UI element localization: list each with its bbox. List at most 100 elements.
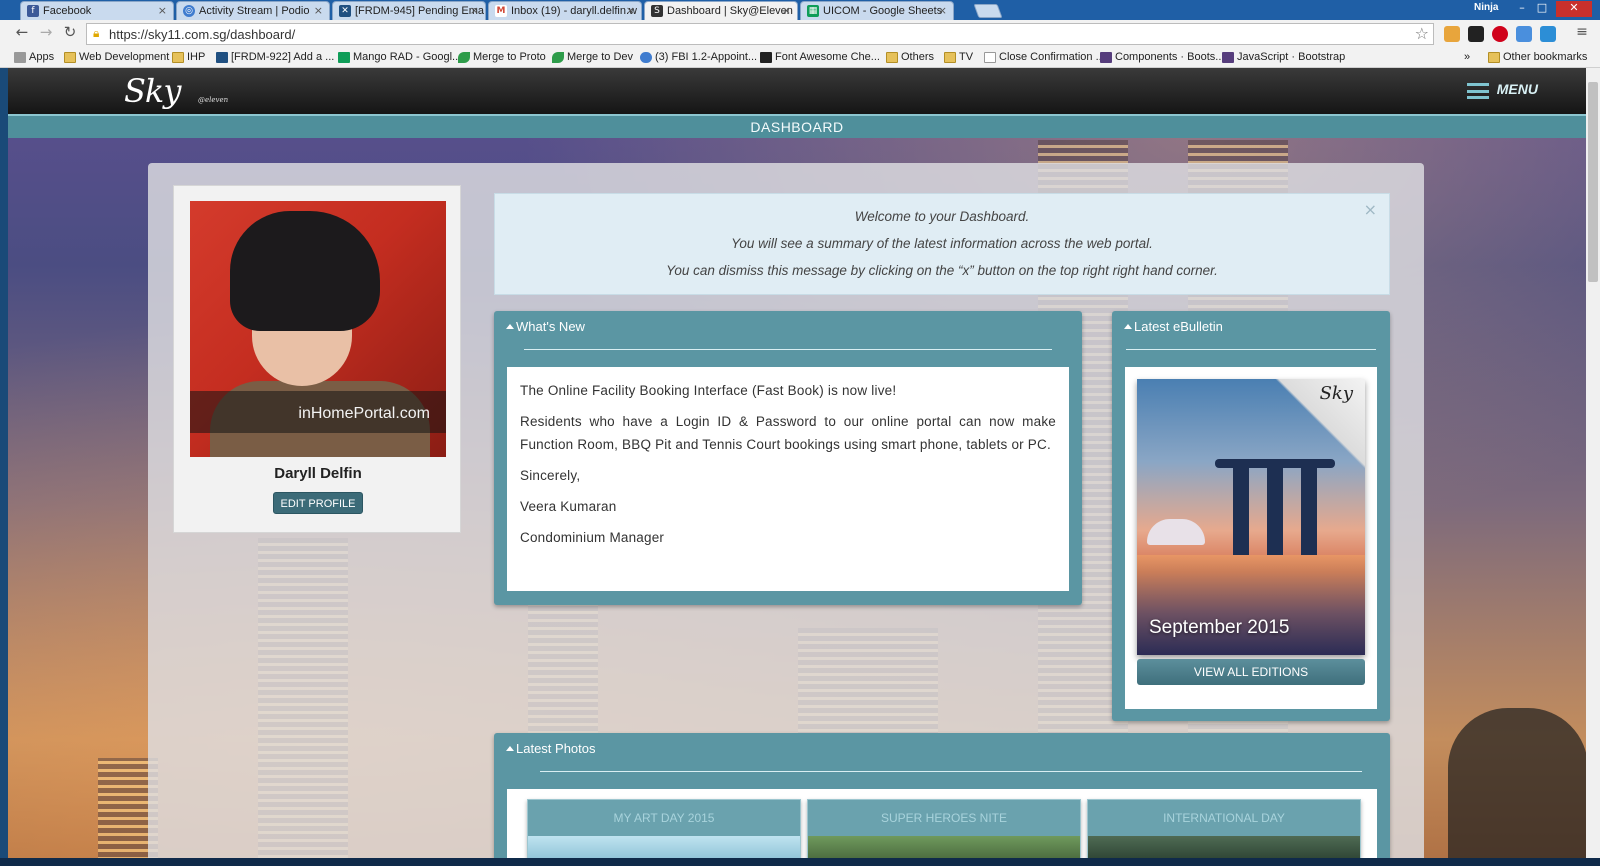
album-thumbnail (808, 836, 1080, 858)
bookmark-tv[interactable]: TV (944, 51, 973, 63)
podio-icon (640, 52, 652, 63)
reload-icon[interactable]: ↻ (60, 23, 80, 43)
bookmarks-bar: Apps Web Development IHP [FRDM-922] Add … (0, 48, 1600, 68)
latest-photos-toggle[interactable]: Latest Photos (506, 741, 596, 756)
ebulletin-toggle[interactable]: Latest eBulletin (1124, 319, 1223, 334)
tab-facebook[interactable]: f Facebook × (20, 1, 174, 20)
view-all-editions-button[interactable]: VIEW ALL EDITIONS (1137, 659, 1365, 685)
site-logo-sub: @eleven (198, 96, 229, 104)
avatar: inHomePortal.com (190, 201, 446, 457)
minimize-icon[interactable]: – (1512, 1, 1532, 17)
tab-close-icon[interactable]: × (626, 4, 635, 17)
bookmark-label: Others (901, 51, 935, 63)
translate-icon[interactable] (1516, 26, 1532, 42)
chrome-menu-icon[interactable]: ≡ (1572, 24, 1592, 44)
bookmark-label: [FRDM-922] Add a ... (231, 51, 335, 63)
browser-tab-bar: f Facebook × ◎ Activity Stream | Podio ×… (0, 0, 1600, 20)
bookmark-label: Merge to Dev (567, 51, 634, 63)
welcome-line: Welcome to your Dashboard. (854, 209, 1030, 224)
bookmark-label: Mango RAD - Googl... (353, 51, 462, 63)
tab-label: Inbox (19) - daryll.delfin.w (511, 5, 637, 17)
photo-album[interactable]: INTERNATIONAL DAY (1087, 799, 1361, 858)
whats-new-toggle[interactable]: What's New (506, 319, 585, 334)
news-paragraph: Condominium Manager (520, 530, 665, 545)
browser-profile-name[interactable]: Ninja (1474, 2, 1498, 13)
bookmark-close-confirmation[interactable]: Close Confirmation ... (984, 51, 1105, 63)
bookmark-star-icon[interactable]: ☆ (1415, 24, 1429, 43)
close-icon[interactable]: × (1364, 200, 1377, 219)
bookmark-others[interactable]: Others (886, 51, 934, 63)
sheets-icon (338, 52, 350, 63)
bookmark-web-development[interactable]: Web Development (64, 51, 169, 63)
ebulletin-cover[interactable]: Sky September 2015 (1137, 379, 1365, 655)
tree-silhouette (1448, 708, 1586, 858)
tower-shape (1267, 465, 1283, 555)
adblock-icon[interactable] (1492, 26, 1508, 42)
extension-icon[interactable] (1444, 26, 1460, 42)
maximize-icon[interactable]: □ (1532, 1, 1552, 17)
tower-shape (1233, 465, 1249, 555)
photo-album[interactable]: SUPER HEROES NITE (807, 799, 1081, 858)
album-title: MY ART DAY 2015 (613, 811, 715, 825)
folder-icon (1488, 52, 1500, 63)
ebulletin-title: Latest eBulletin (1134, 319, 1223, 334)
ebulletin-body: Sky September 2015 VIEW ALL EDITIONS (1125, 367, 1377, 709)
whats-new-body: The Online Facility Booking Interface (F… (507, 367, 1069, 591)
scrollbar-thumb[interactable] (1588, 82, 1598, 282)
divider (524, 349, 1052, 350)
bookmarks-overflow-chevron[interactable]: » (1464, 51, 1470, 63)
avatar-hair (230, 211, 380, 331)
bookmark-apps[interactable]: Apps (14, 51, 54, 63)
site-logo[interactable]: Sky (124, 72, 181, 110)
bookmark-frdm-922[interactable]: [FRDM-922] Add a ... (216, 51, 334, 63)
bookmark-label: Components · Boots... (1115, 51, 1225, 63)
extension-icon[interactable] (1540, 26, 1556, 42)
bookmark-merge-to-dev[interactable]: Merge to Dev (552, 51, 633, 63)
bookmark-font-awesome[interactable]: Font Awesome Che... (760, 51, 880, 63)
tab-dashboard[interactable]: S Dashboard | Sky@Eleven × (644, 1, 798, 20)
tab-gmail[interactable]: M Inbox (19) - daryll.delfin.w × (488, 1, 642, 20)
tab-close-icon[interactable]: × (938, 4, 947, 17)
news-paragraph: Sincerely, (520, 468, 581, 483)
photo-album[interactable]: MY ART DAY 2015 (527, 799, 801, 858)
tower-shape (1301, 465, 1317, 555)
bookmark-ihp[interactable]: IHP (172, 51, 205, 63)
bookmark-label: JavaScript · Bootstrap (1237, 51, 1346, 63)
bookmark-components-bootstrap[interactable]: Components · Boots... (1100, 51, 1224, 63)
jira-icon: ✕ (339, 5, 351, 17)
back-arrow-icon[interactable]: ← (12, 23, 32, 43)
podio-icon: ◎ (183, 5, 195, 17)
menu-label: MENU (1496, 81, 1538, 97)
bookmark-merge-to-proto[interactable]: Merge to Proto (458, 51, 546, 63)
tab-close-icon[interactable]: × (782, 4, 791, 17)
edit-profile-button[interactable]: EDIT PROFILE (273, 492, 363, 514)
bookmark-label: IHP (187, 51, 206, 63)
hamburger-icon (1466, 83, 1489, 99)
whats-new-panel: What's New The Online Facility Booking I… (494, 311, 1082, 605)
url-input[interactable]: 🔒︎ https://sky11.com.sg/dashboard/ ☆ (86, 23, 1434, 45)
menu-button[interactable]: MENU (1466, 81, 1538, 103)
cover-logo: Sky (1319, 383, 1353, 404)
new-tab-button[interactable] (973, 4, 1003, 18)
tab-podio[interactable]: ◎ Activity Stream | Podio × (176, 1, 330, 20)
tab-close-icon[interactable]: × (470, 4, 479, 17)
scrollbar-track[interactable] (1586, 68, 1600, 858)
bookmark-mango-rad[interactable]: Mango RAD - Googl... (338, 51, 461, 63)
forward-arrow-icon[interactable]: → (36, 23, 56, 43)
bookmark-javascript-bootstrap[interactable]: JavaScript · Bootstrap (1222, 51, 1345, 63)
tab-jira[interactable]: ✕ [FRDM-945] Pending Ema × (332, 1, 486, 20)
tab-close-icon[interactable]: × (314, 4, 323, 17)
window-close-icon[interactable]: ✕ (1556, 1, 1592, 17)
tab-google-sheets[interactable]: ▦ UICOM - Google Sheets × (800, 1, 954, 20)
site-viewport: Sky @eleven MENU DASHBOARD inHomePortal.… (8, 68, 1586, 858)
site-header: Sky @eleven MENU (8, 68, 1586, 114)
tab-close-icon[interactable]: × (158, 4, 167, 17)
page-title: DASHBOARD (750, 119, 844, 135)
lock-icon: 🔒︎ (93, 26, 100, 40)
bookmark-fbi-appoint[interactable]: (3) FBI 1.2-Appoint... (640, 51, 757, 63)
tab-label: Facebook (43, 5, 92, 17)
other-bookmarks[interactable]: Other bookmarks (1488, 51, 1587, 63)
tab-label: [FRDM-945] Pending Ema (355, 5, 484, 17)
extension-icon[interactable] (1468, 26, 1484, 42)
album-title: SUPER HEROES NITE (880, 811, 1008, 825)
